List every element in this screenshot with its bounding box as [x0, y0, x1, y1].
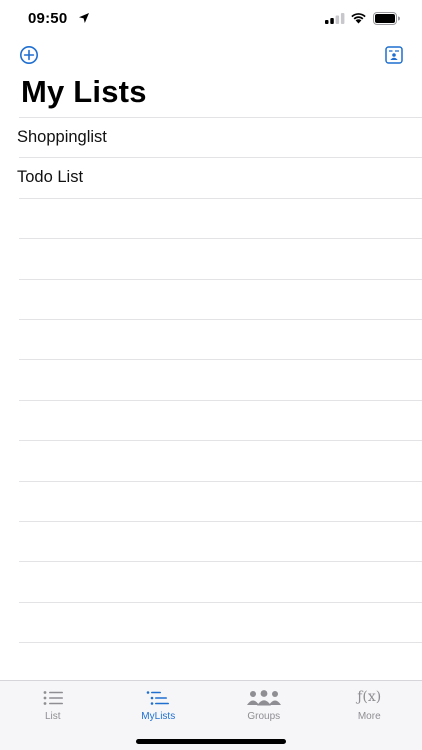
empty-row — [19, 520, 422, 561]
empty-row — [19, 440, 422, 480]
tab-label: List — [44, 711, 61, 722]
list-item[interactable]: Todo List — [17, 157, 422, 197]
wifi-icon — [351, 13, 366, 24]
home-indicator — [136, 739, 286, 744]
empty-row — [19, 561, 422, 601]
empty-row — [19, 359, 422, 399]
list-item-label: Shoppinglist — [17, 128, 107, 146]
empty-row — [19, 642, 422, 682]
status-time: 09:50 — [28, 10, 68, 27]
empty-row — [19, 601, 422, 642]
lists-table: Shoppinglist Todo List — [0, 117, 422, 682]
tab-label: Groups — [247, 711, 281, 722]
tab-more[interactable]: ƒ(x) More — [317, 681, 422, 727]
groups-icon — [246, 690, 281, 706]
empty-row — [19, 318, 422, 359]
my-lists-screen: 09:50 My Lists Shoppinglist Todo List Li… — [0, 0, 422, 750]
add-circle-icon[interactable] — [19, 45, 39, 65]
tab-label: MyLists — [141, 711, 176, 722]
cellular-signal-icon — [325, 13, 345, 24]
list-item-label: Todo List — [17, 168, 84, 187]
tab-label: More — [357, 711, 381, 722]
empty-row — [19, 238, 422, 278]
battery-icon — [373, 12, 400, 25]
mylists-icon — [146, 691, 170, 705]
tab-list[interactable]: List — [0, 681, 106, 727]
tab-mylists[interactable]: MyLists — [106, 681, 212, 727]
page-title: My Lists — [21, 74, 147, 109]
list-item[interactable]: Shoppinglist — [17, 117, 422, 157]
status-bar: 09:50 — [0, 0, 422, 40]
empty-row — [19, 399, 422, 440]
contact-card-icon[interactable] — [385, 46, 403, 64]
empty-row — [19, 480, 422, 521]
function-icon: ƒ(x) — [357, 689, 382, 705]
empty-row — [19, 278, 422, 319]
empty-row — [19, 197, 422, 238]
tab-groups[interactable]: Groups — [211, 681, 317, 727]
list-icon — [43, 691, 63, 705]
location-arrow-icon — [79, 13, 89, 23]
